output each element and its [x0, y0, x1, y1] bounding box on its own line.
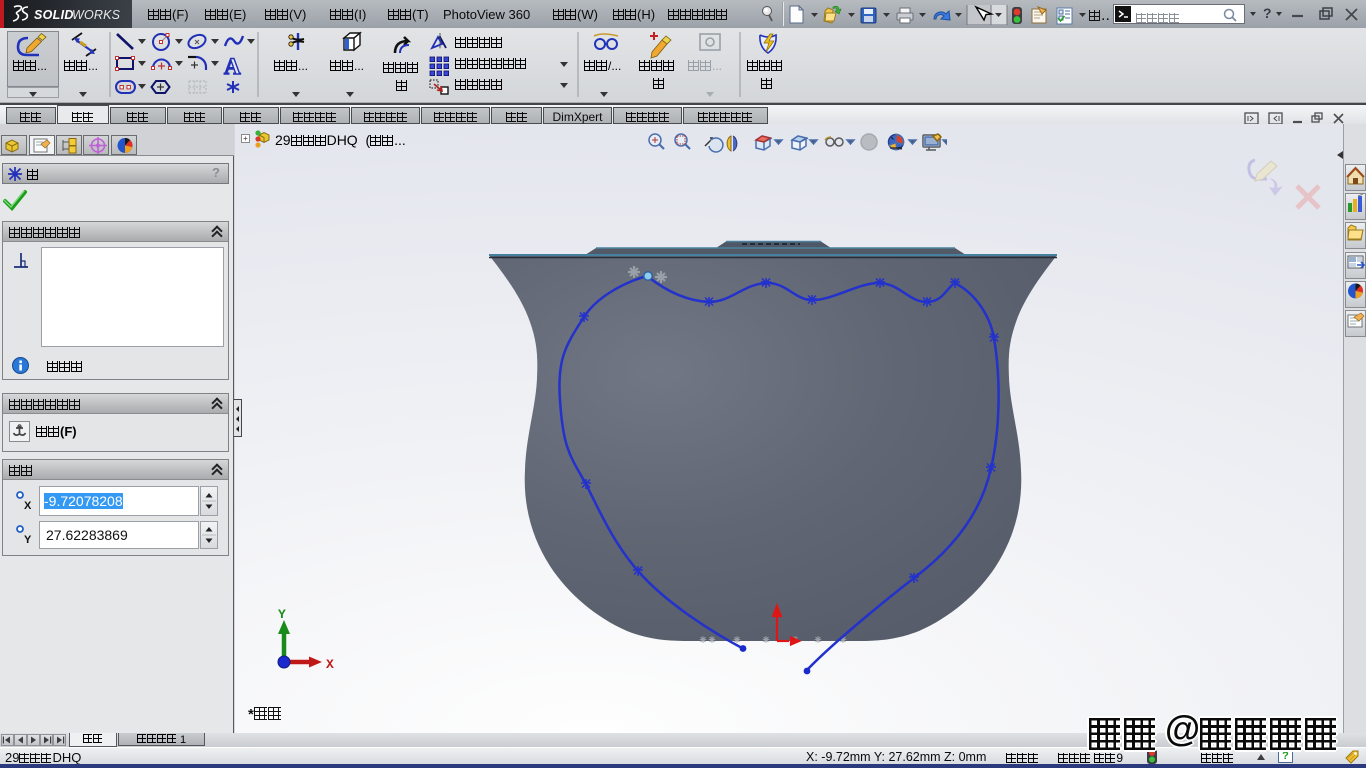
svg-text:WORKS: WORKS [72, 8, 121, 22]
svg-text:Y: Y [278, 607, 286, 622]
svg-text:X: X [24, 500, 32, 512]
svg-text:X: X [326, 657, 334, 672]
svg-text:A: A [224, 54, 241, 79]
svg-text:SOLID: SOLID [34, 8, 74, 22]
svg-text:Y: Y [24, 534, 32, 546]
